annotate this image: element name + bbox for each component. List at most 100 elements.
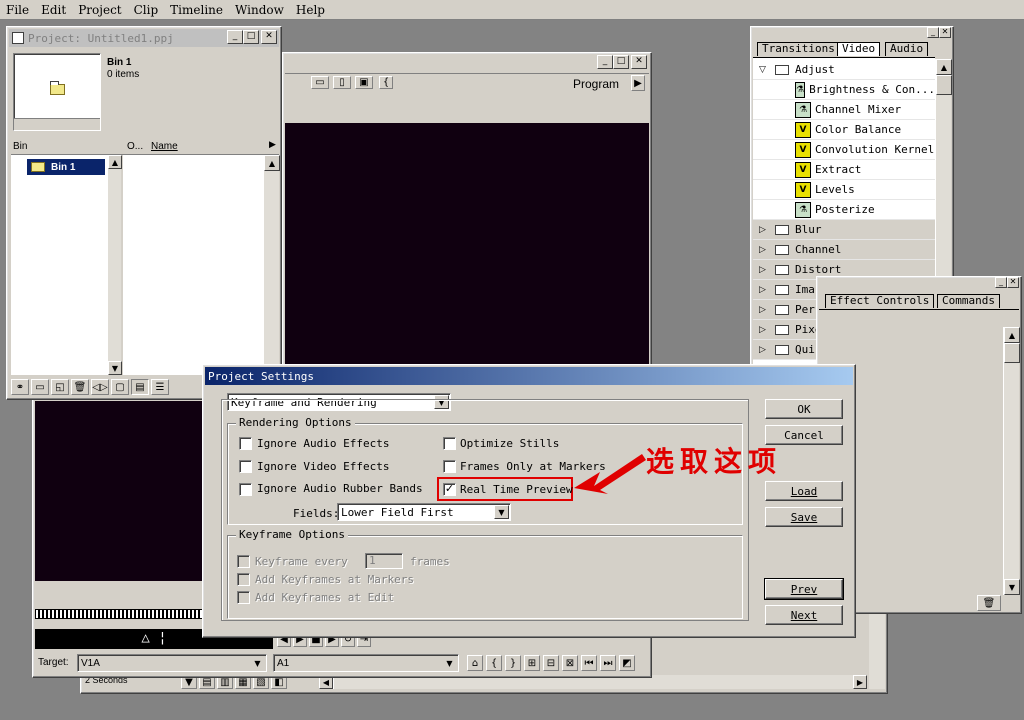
effect-row[interactable]: V Convolution Kernel [753,140,935,160]
create-item-icon[interactable]: ◱ [51,379,69,395]
menu-help[interactable]: Help [290,3,331,17]
minimize-button[interactable]: _ [227,30,243,44]
scroll-down-icon[interactable]: ▼ [1004,579,1020,595]
find-icon[interactable]: ⚭ [11,379,29,395]
extract-icon[interactable]: ⊠ [562,655,578,671]
bracket-icon[interactable]: { [379,76,393,89]
tab-video[interactable]: Video [837,42,881,56]
effect-row[interactable]: V Extract [753,160,935,180]
tab-commands[interactable]: Commands [937,294,1000,308]
prev-edit-icon[interactable]: ⏮ [581,655,597,671]
lift-icon[interactable]: ⊟ [543,655,559,671]
save-button[interactable]: Save [765,507,843,527]
optimize-stills-checkbox[interactable] [443,437,456,450]
scroll-right-icon[interactable]: ▶ [853,675,867,689]
effect-row[interactable]: ⚗ Posterize [753,200,935,220]
tab-audio[interactable]: Audio [885,42,929,56]
bin-contents-vscrollbar[interactable]: ▲ [263,155,280,375]
real-time-preview-checkbox[interactable]: ✓ [443,483,456,496]
bin-area-toggle-icon[interactable]: ◁▷ [91,379,109,395]
minimize-button[interactable]: _ [927,27,939,38]
effect-row[interactable]: ⚗ Channel Mixer [753,100,935,120]
col-o[interactable]: O... [127,141,143,152]
prev-button[interactable]: Prev [764,578,844,600]
timeline-vscrollbar[interactable] [869,611,885,689]
next-button[interactable]: Next [765,605,843,625]
menu-project[interactable]: Project [72,3,127,17]
ignore-rubber-bands-checkbox[interactable] [239,483,252,496]
bin-tree-item[interactable]: Bin 1 [27,159,105,175]
close-button[interactable]: ✕ [261,30,277,44]
menu-clip[interactable]: Clip [128,3,165,17]
mark-in-icon[interactable]: ⌂ [467,655,483,671]
single-view-icon[interactable]: ▯ [333,76,351,89]
col-bin[interactable]: Bin [13,141,27,152]
folder-row[interactable]: ▷ Blur [753,220,935,240]
scroll-down-icon[interactable]: ▼ [108,361,122,375]
minimize-button[interactable]: _ [597,55,613,69]
effect-row[interactable]: V Color Balance [753,120,935,140]
collapsed-triangle-icon[interactable]: ▷ [759,265,769,275]
ok-button[interactable]: OK [765,399,843,419]
maximize-button[interactable]: □ [243,30,259,44]
scroll-up-icon[interactable]: ▲ [936,59,952,75]
tab-effect-controls[interactable]: Effect Controls [825,294,935,308]
project-titlebar[interactable]: Project: Untitled1.ppj _ □ ✕ [9,29,279,47]
scroll-thumb[interactable] [1004,343,1020,363]
new-bin-icon[interactable]: ▭ [31,379,49,395]
ignore-video-effects-checkbox[interactable] [239,460,252,473]
trash-icon[interactable]: 🗑 [977,595,1001,611]
ec-vscrollbar[interactable]: ▲ ▼ [1003,327,1020,595]
add-keyframes-edit-checkbox[interactable] [237,591,250,604]
add-keyframes-markers-checkbox[interactable] [237,573,250,586]
scroll-thumb[interactable] [936,75,952,95]
bin-tree-vscrollbar[interactable]: ▲ ▼ [107,155,122,375]
col-name[interactable]: Name [151,141,178,152]
program-menu-arrow-icon[interactable]: ▶ [631,75,645,91]
frames-only-markers-checkbox[interactable] [443,460,456,473]
menu-timeline[interactable]: Timeline [164,3,229,17]
keyframe-every-checkbox[interactable] [237,555,250,568]
audio-target-select[interactable]: A1 ▼ [273,654,459,672]
scroll-up-icon[interactable]: ▲ [108,155,122,169]
collapsed-triangle-icon[interactable]: ▷ [759,345,769,355]
close-button[interactable]: ✕ [939,27,951,38]
tab-transitions[interactable]: Transitions [757,42,840,56]
load-button[interactable]: Load [765,481,843,501]
expanded-triangle-icon[interactable]: ▽ [759,65,769,75]
menu-file[interactable]: File [0,3,35,17]
column-menu-arrow-icon[interactable]: ▶ [269,140,276,150]
mark-out-icon[interactable]: { [486,655,502,671]
close-button[interactable]: ✕ [631,55,647,69]
effect-row[interactable]: ⚗ Brightness & Con... [753,80,935,100]
list-view-icon[interactable]: ☰ [151,379,169,395]
ignore-audio-effects-checkbox[interactable] [239,437,252,450]
scroll-up-icon[interactable]: ▲ [264,155,280,171]
collapsed-triangle-icon[interactable]: ▷ [759,285,769,295]
collapsed-triangle-icon[interactable]: ▷ [759,245,769,255]
trim-view-icon[interactable]: ▣ [355,76,373,89]
effect-row[interactable]: V Levels [753,180,935,200]
icon-view-icon[interactable]: ▢ [111,379,129,395]
split-icon[interactable]: } [505,655,521,671]
collapsed-triangle-icon[interactable]: ▷ [759,305,769,315]
thumbnail-view-icon[interactable]: ▤ [131,379,149,395]
close-button[interactable]: ✕ [1007,277,1019,288]
dual-view-icon[interactable]: ▭ [311,76,329,89]
video-target-select[interactable]: V1A ▼ [77,654,267,672]
minimize-button[interactable]: _ [995,277,1007,288]
menu-edit[interactable]: Edit [35,3,72,17]
collapsed-triangle-icon[interactable]: ▷ [759,325,769,335]
maximize-button[interactable]: □ [613,55,629,69]
fields-select[interactable]: Lower Field First ▼ [337,503,511,521]
snap-icon[interactable]: ◩ [619,655,635,671]
insert-icon[interactable]: ⊞ [524,655,540,671]
menu-window[interactable]: Window [229,3,290,17]
scroll-up-icon[interactable]: ▲ [1004,327,1020,343]
folder-row-adjust[interactable]: ▽ Adjust [753,60,935,80]
next-edit-icon[interactable]: ⏭ [600,655,616,671]
dialog-titlebar[interactable]: Project Settings [205,367,853,385]
keyframe-every-input[interactable]: 1 [365,553,403,569]
delete-icon[interactable]: 🗑 [71,379,89,395]
folder-row[interactable]: ▷ Channel [753,240,935,260]
